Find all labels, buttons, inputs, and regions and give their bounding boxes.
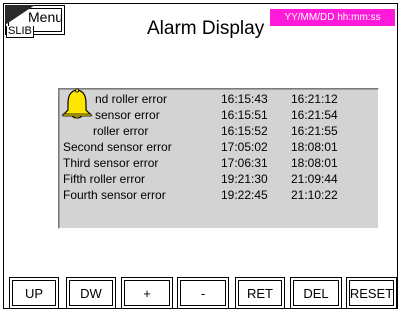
alarm-name: Second sensor error	[63, 140, 172, 154]
slib-label: SLIB	[6, 25, 34, 38]
alarm-time-occurred: 16:15:51	[221, 108, 268, 122]
alarm-time-cleared: 21:09:44	[291, 172, 338, 186]
alarm-row[interactable]: Third sensor error 17:06:31 18:08:01	[59, 155, 380, 171]
reset-button[interactable]: RESET	[346, 277, 397, 309]
alarm-row[interactable]: sensor error 16:15:51 16:21:54	[59, 107, 380, 123]
corner-triangle-icon	[5, 5, 35, 25]
alarm-time-occurred: 19:21:30	[221, 172, 268, 186]
page-title: Alarm Display	[147, 18, 265, 39]
alarm-name: Fifth roller error	[63, 172, 146, 186]
alarm-time-cleared: 16:21:54	[291, 108, 338, 122]
alarm-name: sensor error	[95, 108, 160, 122]
alarm-name: Fourth sensor error	[63, 188, 166, 202]
slib-marker: SLIB	[5, 5, 45, 38]
alarm-time-occurred: 17:06:31	[221, 156, 268, 170]
alarm-time-occurred: 19:22:45	[221, 188, 268, 202]
alarm-time-cleared: 18:08:01	[291, 140, 338, 154]
alarm-time-occurred: 16:15:52	[221, 124, 268, 138]
alarm-name: Third sensor error	[63, 156, 159, 170]
alarm-row[interactable]: roller error 16:15:52 16:21:55	[59, 123, 380, 139]
alarm-name: nd roller error	[95, 92, 168, 106]
alarm-time-cleared: 18:08:01	[291, 156, 338, 170]
alarm-row[interactable]: Fifth roller error 19:21:30 21:09:44	[59, 171, 380, 187]
alarm-row[interactable]: Fourth sensor error 19:22:45 21:10:22	[59, 187, 380, 203]
alarm-time-occurred: 16:15:43	[221, 92, 268, 106]
datetime-display: YY/MM/DD hh:mm:ss	[270, 9, 395, 26]
bell-icon	[61, 88, 93, 119]
down-button[interactable]: DW	[66, 277, 116, 309]
alarm-time-cleared: 21:10:22	[291, 188, 338, 202]
plus-button[interactable]: +	[121, 277, 173, 309]
minus-button[interactable]: -	[177, 277, 229, 309]
alarm-name: roller error	[93, 124, 149, 138]
alarm-time-cleared: 16:21:55	[291, 124, 338, 138]
alarm-time-cleared: 16:21:12	[291, 92, 338, 106]
alarm-row[interactable]: Second sensor error 17:05:02 18:08:01	[59, 139, 380, 155]
alarm-time-occurred: 17:05:02	[221, 140, 268, 154]
return-button[interactable]: RET	[235, 277, 285, 309]
alarm-row[interactable]: nd roller error 16:15:43 16:21:12	[59, 91, 380, 107]
delete-button[interactable]: DEL	[290, 277, 342, 309]
up-button[interactable]: UP	[9, 277, 59, 309]
alarm-list-panel[interactable]: nd roller error 16:15:43 16:21:12 sensor…	[58, 88, 379, 229]
